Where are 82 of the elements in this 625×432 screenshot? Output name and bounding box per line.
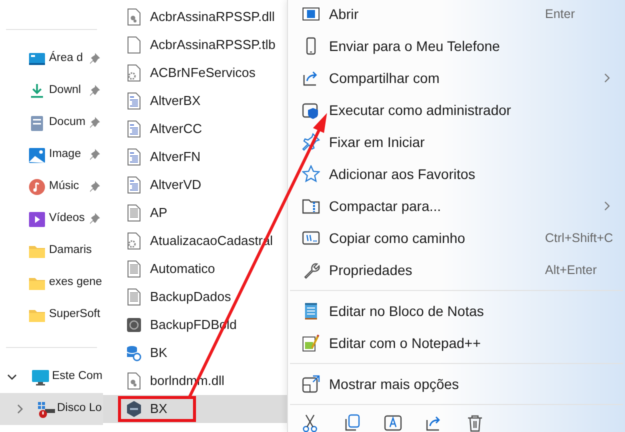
- drive-icon: [37, 400, 55, 418]
- file-row[interactable]: ACBrNFeServicos: [103, 59, 287, 87]
- menu-item[interactable]: Fixar em Iniciar: [288, 126, 625, 158]
- chevron-right-icon: [15, 404, 25, 414]
- text-file-icon: [125, 176, 143, 194]
- file-row[interactable]: AcbrAssinaRPSSP.dll: [103, 3, 287, 31]
- shortcut-label: Alt+Enter: [545, 262, 598, 279]
- menu-item[interactable]: Editar no Bloco de Notas: [288, 295, 625, 327]
- document-icon: [28, 114, 46, 132]
- file-row[interactable]: AltverCC: [103, 115, 287, 143]
- file-icon: [125, 36, 143, 54]
- wrench-icon: [302, 261, 320, 279]
- text-file-icon: [125, 288, 143, 306]
- rename-icon[interactable]: [384, 414, 402, 432]
- tree-item[interactable]: Disco Lo: [0, 393, 103, 425]
- sidebar-item[interactable]: Músic: [0, 171, 103, 203]
- menu-item[interactable]: Compactar para...: [288, 190, 625, 222]
- sidebar-item[interactable]: exes gene: [0, 267, 103, 299]
- gear-file-icon: [125, 64, 143, 82]
- menu-item[interactable]: Propriedades Alt+Enter: [288, 254, 625, 286]
- notepad-plus-icon: [302, 334, 320, 352]
- text-file-icon: [125, 260, 143, 278]
- sidebar-item[interactable]: SuperSoft: [0, 299, 103, 331]
- menu-item[interactable]: Compartilhar com: [288, 62, 625, 94]
- sidebar-item[interactable]: Damaris: [0, 235, 103, 267]
- menu-item[interactable]: Abrir Enter: [288, 0, 625, 30]
- shield-icon: [302, 101, 320, 119]
- text-file-icon: [125, 148, 143, 166]
- pin-icon: [89, 212, 101, 226]
- cut-icon[interactable]: [302, 414, 320, 432]
- text-file-icon: [125, 204, 143, 222]
- file-row[interactable]: AP: [103, 199, 287, 227]
- database-icon: [125, 344, 143, 362]
- gear-file-icon: [125, 8, 143, 26]
- tree-item[interactable]: Este Com: [0, 361, 103, 393]
- copy-icon[interactable]: [343, 414, 361, 432]
- pin-icon: [89, 116, 101, 130]
- file-row[interactable]: AltverVD: [103, 171, 287, 199]
- path-icon: [302, 229, 320, 247]
- file-row[interactable]: AcbrAssinaRPSSP.tlb: [103, 31, 287, 59]
- menu-item[interactable]: Enviar para o Meu Telefone: [288, 30, 625, 62]
- desktop-icon: [28, 50, 46, 68]
- shortcut-label: Ctrl+Shift+C: [545, 230, 611, 247]
- xml-file-icon: [125, 400, 143, 418]
- zip-folder-icon: [302, 197, 320, 215]
- pin-icon: [302, 133, 320, 151]
- sidebar-item[interactable]: Área d: [0, 43, 103, 75]
- file-row[interactable]: AltverBX: [103, 87, 287, 115]
- file-row[interactable]: AltverFN: [103, 143, 287, 171]
- picture-icon: [28, 146, 46, 164]
- menu-item[interactable]: Executar como administrador: [288, 94, 625, 126]
- notepad-icon: [302, 302, 320, 320]
- menu-item[interactable]: Adicionar aos Favoritos: [288, 158, 625, 190]
- star-icon: [302, 165, 320, 183]
- menu-item[interactable]: Mostrar mais opções: [288, 368, 625, 400]
- menu-item[interactable]: Copiar como caminho Ctrl+Shift+C: [288, 222, 625, 254]
- menu-item[interactable]: Editar com o Notepad++: [288, 327, 625, 359]
- download-icon: [28, 82, 46, 100]
- chevron-down-icon: [7, 372, 17, 382]
- file-row[interactable]: Automatico: [103, 255, 287, 283]
- sidebar-item[interactable]: Vídeos: [0, 203, 103, 235]
- app-icon: [125, 316, 143, 334]
- expand-icon: [302, 375, 320, 393]
- file-row[interactable]: BackupDados: [103, 283, 287, 311]
- pin-icon: [89, 84, 101, 98]
- sidebar-item[interactable]: Downl: [0, 75, 103, 107]
- text-file-icon: [125, 120, 143, 138]
- gear-file-icon: [125, 372, 143, 390]
- text-file-icon: [125, 92, 143, 110]
- monitor-icon: [31, 368, 49, 386]
- file-row[interactable]: BK: [103, 339, 287, 367]
- pin-icon: [89, 180, 101, 194]
- shortcut-label: Enter: [545, 6, 576, 23]
- pin-icon: [89, 52, 101, 66]
- pin-icon: [89, 148, 101, 162]
- music-icon: [28, 178, 46, 196]
- delete-icon[interactable]: [466, 414, 484, 432]
- sidebar-item[interactable]: Docum: [0, 107, 103, 139]
- sidebar-item[interactable]: Image: [0, 139, 103, 171]
- window-icon: [302, 5, 320, 23]
- gear-file-icon: [125, 232, 143, 250]
- video-icon: [28, 210, 46, 228]
